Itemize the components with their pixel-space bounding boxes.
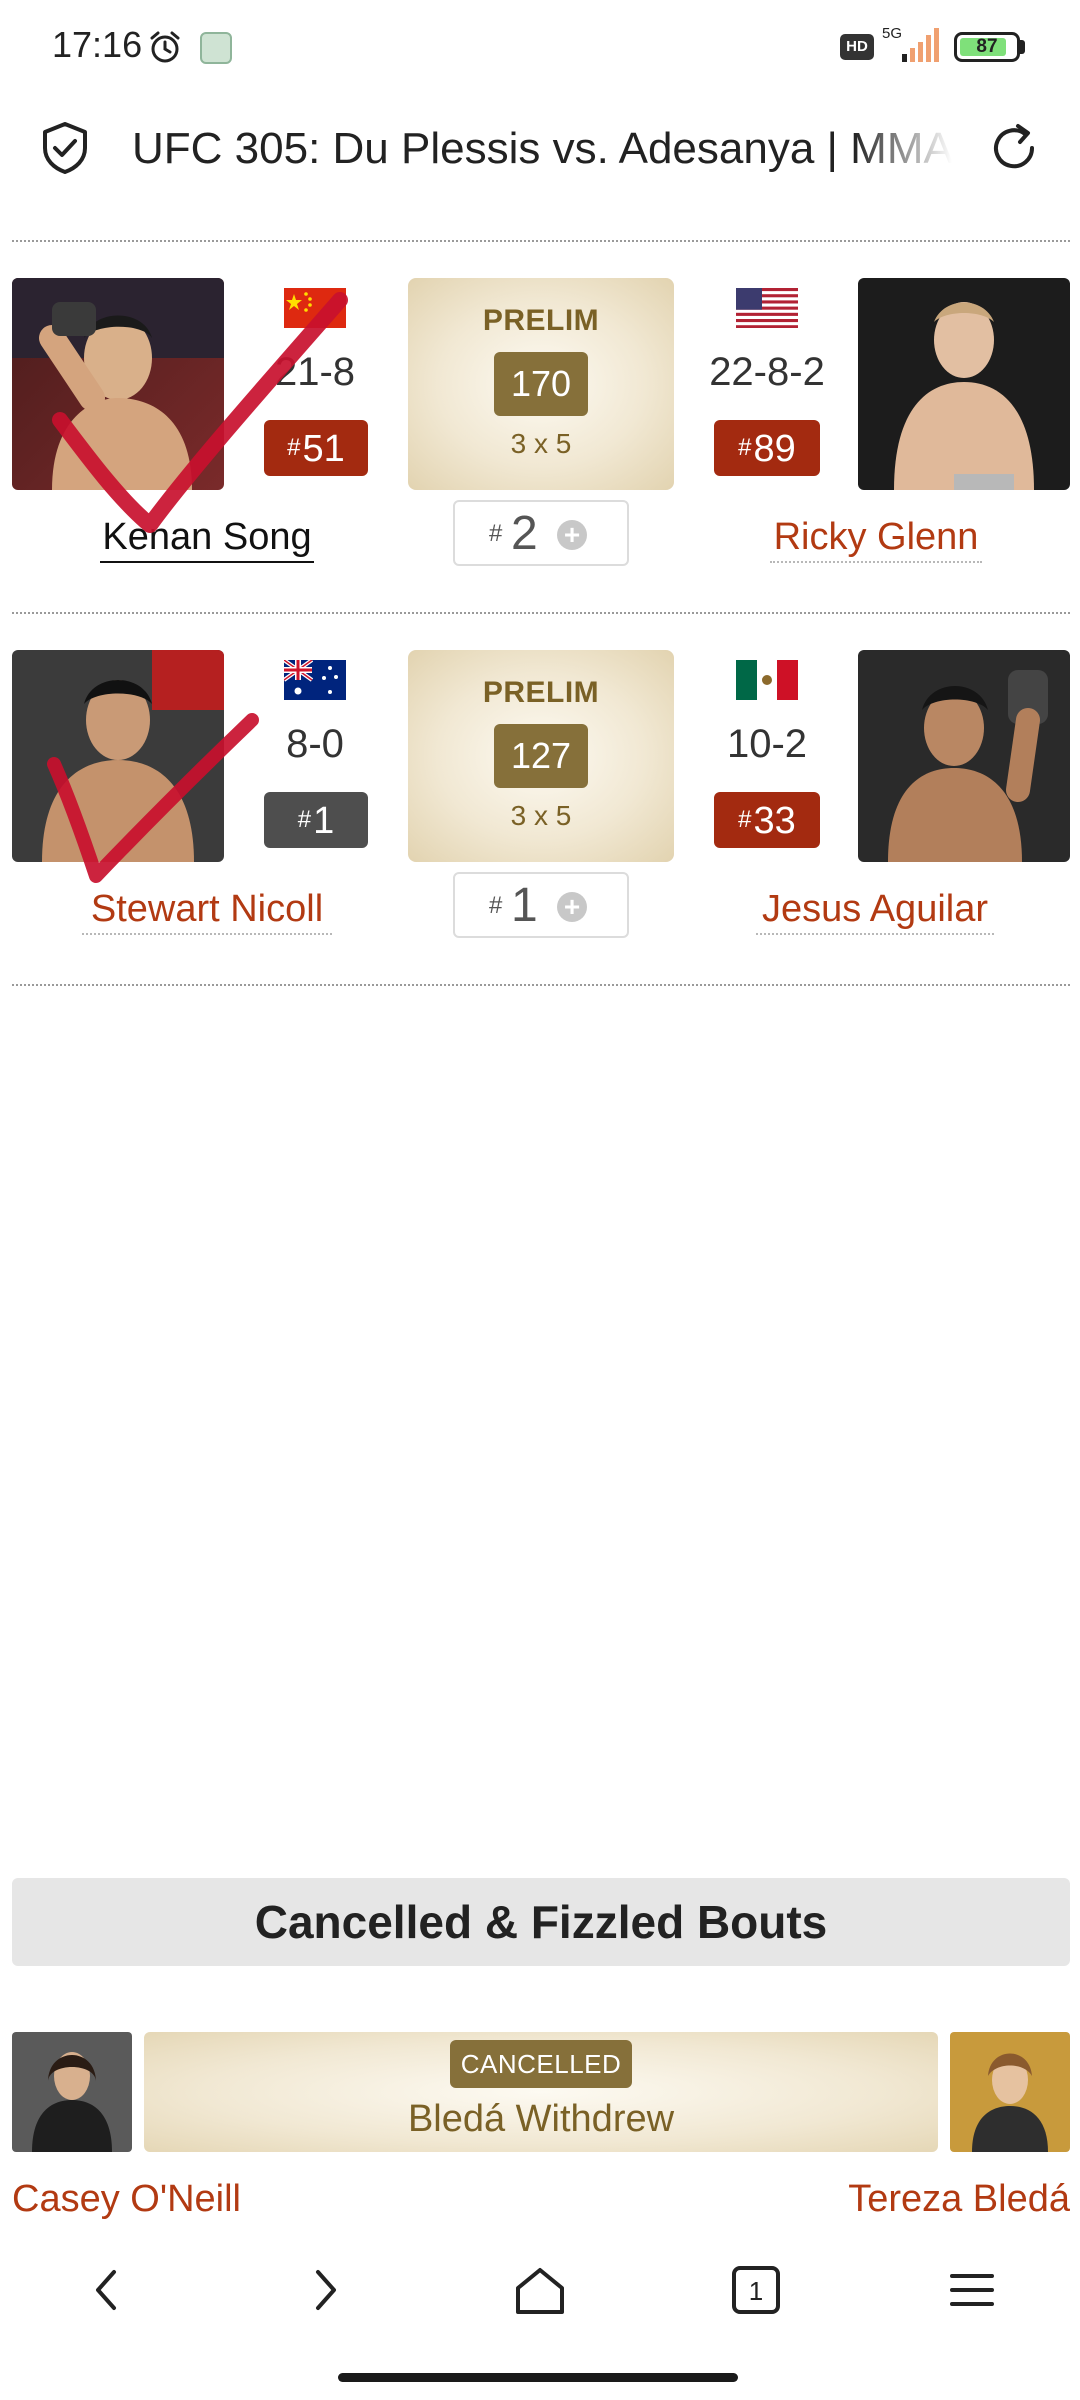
hd-icon: HD <box>840 34 874 60</box>
reload-icon[interactable] <box>984 118 1044 178</box>
fighter-name-link[interactable]: Jesus Aguilar <box>756 888 994 935</box>
fighter-name-link[interactable]: Ricky Glenn <box>770 516 982 563</box>
signal-icon: 5G <box>882 25 939 62</box>
cancelled-bouts-heading: Cancelled & Fizzled Bouts <box>12 1878 1070 1966</box>
rounds-label: 3 x 5 <box>510 800 572 831</box>
pick-number: 2 <box>511 507 538 560</box>
rank-badge: #33 <box>714 792 820 848</box>
bout-info-box[interactable]: PRELIM 170 3 x 5 <box>408 278 674 490</box>
pick-hash: # <box>489 520 503 547</box>
battery-tip <box>1020 40 1025 54</box>
back-icon[interactable] <box>76 2258 140 2322</box>
card-segment-label: PRELIM <box>482 676 600 709</box>
cancelled-badge: CANCELLED <box>450 2040 632 2088</box>
fighter-name-link[interactable]: Stewart Nicoll <box>82 888 332 935</box>
add-icon: + <box>557 520 587 550</box>
fighter-photo-tereza-bleda[interactable] <box>950 2032 1070 2152</box>
battery-level: 87 <box>976 36 998 57</box>
fighter-record: 10-2 <box>726 722 808 766</box>
app-notification-icon <box>200 32 232 64</box>
divider <box>12 240 1070 242</box>
forward-icon[interactable] <box>292 2258 356 2322</box>
pick-order-button[interactable]: # 2 + <box>453 500 629 566</box>
rank-number: 1 <box>313 800 335 842</box>
rank-badge: #89 <box>714 420 820 476</box>
rank-hash: # <box>738 434 752 461</box>
fighter-photo-jesus-aguilar[interactable] <box>858 650 1070 862</box>
pick-checkmark-icon <box>52 292 348 533</box>
rank-number: 33 <box>753 800 796 842</box>
pick-order-button[interactable]: # 1 + <box>453 872 629 938</box>
card-segment-label: PRELIM <box>482 304 600 337</box>
rank-hash: # <box>738 806 752 833</box>
rounds-label: 3 x 5 <box>510 428 572 459</box>
tab-count: 1 <box>749 2276 763 2306</box>
home-icon[interactable] <box>508 2258 572 2322</box>
fighter-record: 22-8-2 <box>709 350 825 394</box>
alarm-clock-icon <box>150 31 180 63</box>
weight-class-badge: 170 <box>494 352 588 416</box>
status-time: 17:16 <box>52 24 143 65</box>
cancelled-bout-info[interactable]: CANCELLED Bledá Withdrew <box>144 2032 938 2152</box>
rank-number: 89 <box>753 428 796 470</box>
fighter-photo-casey-oneill[interactable] <box>12 2032 132 2152</box>
fighter-name-link[interactable]: Tereza Bledá <box>848 2178 1070 2221</box>
pick-number: 1 <box>511 879 538 932</box>
home-indicator[interactable] <box>338 2373 738 2382</box>
shield-check-icon[interactable] <box>40 120 90 176</box>
rank-hash: # <box>297 806 312 833</box>
page-title[interactable]: UFC 305: Du Plessis vs. Adesanya | MMA <box>132 114 952 184</box>
bout-info-box[interactable]: PRELIM 127 3 x 5 <box>408 650 674 862</box>
pick-checkmark-icon <box>47 713 259 883</box>
weight-class-badge: 127 <box>494 724 588 788</box>
divider <box>12 612 1070 614</box>
divider <box>12 984 1070 986</box>
network-label: 5G <box>882 25 902 42</box>
tabs-icon[interactable]: 1 <box>724 2258 788 2322</box>
cancellation-note: Bledá Withdrew <box>407 2098 675 2140</box>
mexico-flag-icon <box>736 660 798 700</box>
menu-icon[interactable] <box>940 2258 1004 2322</box>
add-icon: + <box>557 892 587 922</box>
rank-badge: #1 <box>264 792 368 848</box>
fighter-name-link[interactable]: Casey O'Neill <box>12 2178 241 2221</box>
battery-icon: 87 <box>954 32 1020 62</box>
fighter-photo-ricky-glenn[interactable] <box>858 278 1070 490</box>
usa-flag-icon <box>736 288 798 328</box>
australia-flag-icon <box>284 660 346 700</box>
pick-hash: # <box>489 892 503 919</box>
